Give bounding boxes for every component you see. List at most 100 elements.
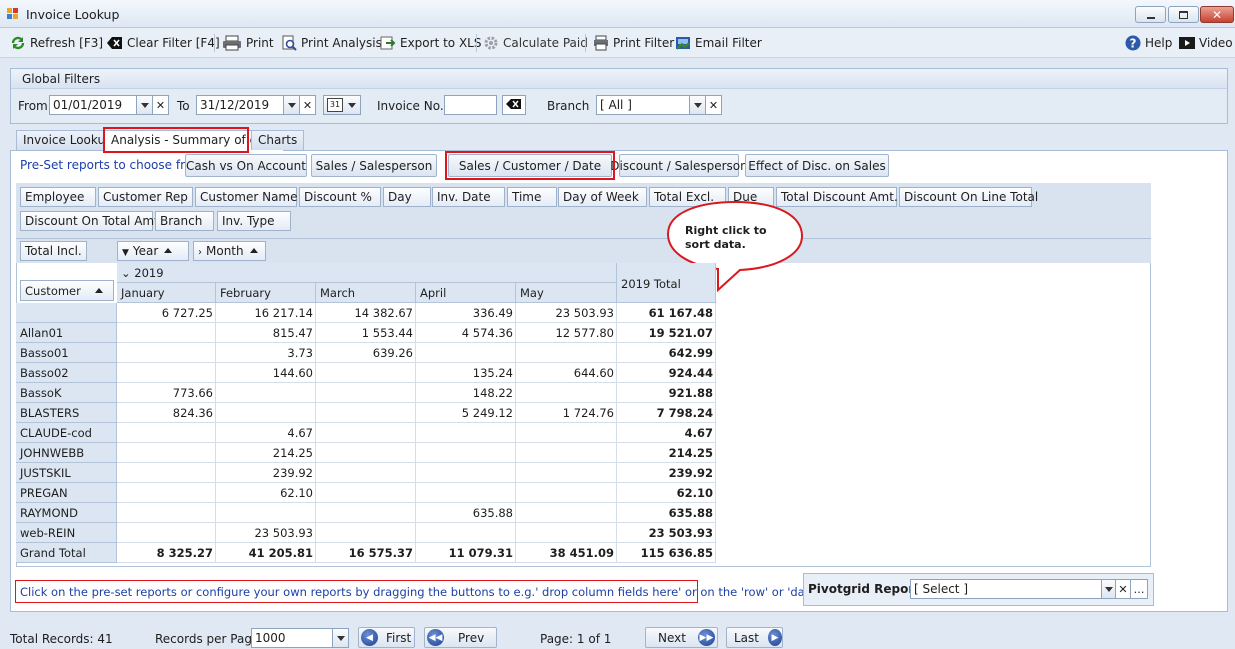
data-cell (316, 443, 416, 463)
toolbar: Refresh [F3] Clear Filter [F4] Print Pri… (0, 28, 1235, 58)
column-field-month[interactable]: › Month (193, 241, 266, 261)
to-date-clear-button[interactable]: ✕ (299, 95, 316, 115)
calculate-paid-button[interactable]: Calculate Paid (483, 34, 588, 52)
data-cell (416, 423, 516, 443)
pivotgrid-report-select[interactable]: [ Select ] (910, 579, 1106, 599)
row-header (16, 303, 117, 323)
preset-cash-vs-account-button[interactable]: Cash vs On Account (185, 154, 307, 177)
preset-sales-salesperson-button[interactable]: Sales / Salesperson (311, 154, 437, 177)
field-employee[interactable]: Employee (20, 187, 96, 207)
preset-effect-disc-button[interactable]: Effect of Disc. on Sales (745, 154, 889, 177)
callout-text: Right click to sort data. (685, 224, 767, 251)
to-date-dropdown[interactable] (283, 95, 300, 115)
pivotgrid-report-dropdown[interactable] (1101, 579, 1116, 599)
field-discount-pct[interactable]: Discount % (299, 187, 381, 207)
invoice-no-input[interactable] (444, 95, 497, 115)
row-total-cell: 19 521.07 (617, 323, 716, 343)
data-cell (117, 483, 216, 503)
field-day-of-week[interactable]: Day of Week (558, 187, 647, 207)
minimize-button[interactable] (1135, 6, 1166, 23)
field-inv-type[interactable]: Inv. Type (217, 211, 291, 231)
data-cell (117, 463, 216, 483)
column-field-year[interactable]: ▼ Year (117, 241, 189, 261)
records-per-page-dropdown[interactable] (332, 628, 349, 648)
chevron-right-icon: › (198, 247, 202, 258)
data-cell (416, 523, 516, 543)
clear-icon: ✕ (708, 98, 719, 112)
help-icon: ? (1125, 35, 1141, 51)
from-date-dropdown[interactable] (136, 95, 153, 115)
print-filter-button[interactable]: Print Filter (593, 34, 674, 52)
data-cell (516, 443, 617, 463)
export-xls-button[interactable]: Export to XLS (380, 34, 481, 52)
field-discount-line-total[interactable]: Discount On Line Total (899, 187, 1038, 207)
data-cell: 815.47 (216, 323, 316, 343)
branch-select[interactable]: [ All ] (596, 95, 690, 115)
from-date-input[interactable]: 01/01/2019 (49, 95, 137, 115)
print-filter-icon (593, 35, 609, 51)
month-header[interactable]: April (416, 283, 516, 303)
print-button[interactable]: Print (222, 34, 274, 52)
year-header[interactable]: ⌄ 2019 (117, 263, 617, 283)
to-date-input[interactable]: 31/12/2019 (196, 95, 284, 115)
close-icon: ✕ (1211, 7, 1223, 22)
field-customer-rep[interactable]: Customer Rep (98, 187, 193, 207)
branch-clear-button[interactable]: ✕ (705, 95, 722, 115)
records-per-page-select[interactable]: 1000 (251, 628, 333, 648)
last-page-button[interactable]: Last ▶ (726, 627, 783, 648)
maximize-button[interactable] (1168, 6, 1199, 23)
help-button[interactable]: ? Help (1125, 34, 1172, 52)
month-header[interactable]: February (216, 283, 316, 303)
prev-icon: ◀◀ (427, 629, 444, 646)
pivotgrid-report-clear[interactable]: ✕ (1115, 579, 1131, 599)
chevron-down-icon (140, 102, 149, 108)
first-page-button[interactable]: ◀ First (358, 627, 415, 648)
field-discount-total-amt[interactable]: Discount On Total Amt (20, 211, 159, 231)
month-header[interactable]: January (117, 283, 216, 303)
data-cell: 23 503.93 (516, 303, 617, 323)
field-inv-date[interactable]: Inv. Date (432, 187, 505, 207)
toolbar-separator (476, 34, 477, 52)
from-date-clear-button[interactable]: ✕ (152, 95, 169, 115)
pivotgrid-report-more[interactable]: … (1130, 579, 1148, 599)
row-total-cell: 239.92 (617, 463, 716, 483)
row-header: Basso02 (16, 363, 117, 383)
preset-discount-salesperson-button[interactable]: Discount / Salesperson (610, 154, 748, 177)
data-cell (117, 423, 216, 443)
calendar-button[interactable]: 31 (323, 95, 361, 115)
clear-filter-button[interactable]: Clear Filter [F4] (107, 34, 220, 52)
month-header[interactable]: March (316, 283, 416, 303)
field-time[interactable]: Time (507, 187, 557, 207)
row-total-cell: 635.88 (617, 503, 716, 523)
branch-dropdown[interactable] (689, 95, 706, 115)
data-cell (316, 503, 416, 523)
field-branch[interactable]: Branch (155, 211, 214, 231)
field-day[interactable]: Day (383, 187, 431, 207)
invoice-clear-button[interactable] (502, 95, 526, 115)
highlight-box-tab (103, 127, 249, 153)
export-icon (380, 35, 396, 51)
gear-icon (483, 35, 499, 51)
refresh-button[interactable]: Refresh [F3] (10, 34, 103, 52)
data-cell (516, 523, 617, 543)
data-field-total-incl[interactable]: Total Incl. (20, 241, 87, 261)
tab-charts[interactable]: Charts (251, 130, 305, 150)
data-cell (316, 383, 416, 403)
print-analysis-button[interactable]: Print Analysis (281, 34, 382, 52)
row-header: PREGAN (16, 483, 117, 503)
video-button[interactable]: Video (1179, 34, 1233, 52)
field-customer-name[interactable]: Customer Name (195, 187, 298, 207)
video-icon (1179, 35, 1195, 51)
data-cell: 644.60 (516, 363, 617, 383)
printer-icon (222, 35, 242, 51)
prev-page-button[interactable]: ◀◀ Prev (424, 627, 497, 648)
close-button[interactable]: ✕ (1200, 6, 1234, 23)
data-cell: 135.24 (416, 363, 516, 383)
row-field-customer[interactable]: Customer (20, 280, 114, 301)
email-filter-button[interactable]: Email Filter (675, 34, 762, 52)
chevron-down-icon (336, 635, 345, 641)
clear-icon: ✕ (1118, 582, 1128, 596)
next-page-button[interactable]: Next ▶▶ (645, 627, 718, 648)
month-header[interactable]: May (516, 283, 617, 303)
next-icon: ▶▶ (697, 629, 715, 646)
